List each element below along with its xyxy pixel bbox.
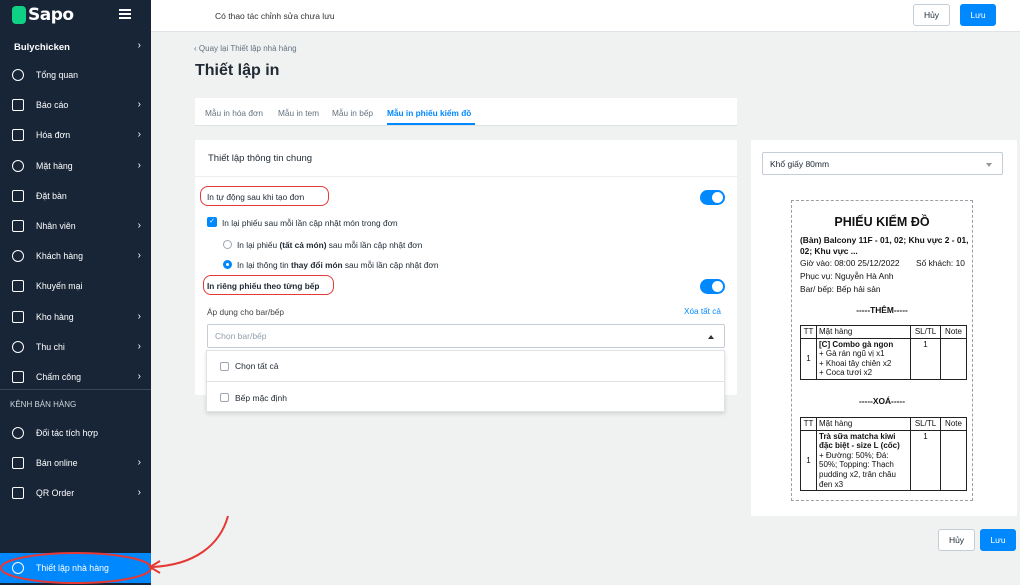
annotation-arrow-path (151, 515, 229, 568)
highlight-circle (0, 552, 152, 584)
annotation-overlay (0, 515, 229, 584)
